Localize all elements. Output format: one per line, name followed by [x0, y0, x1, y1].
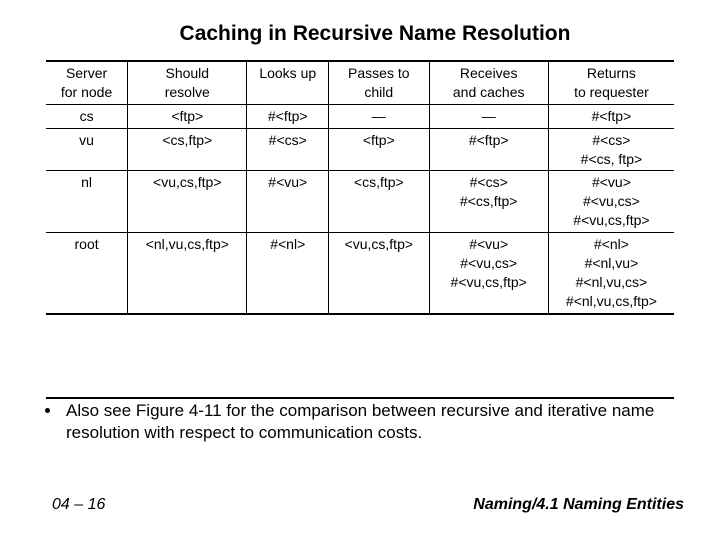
- table-cell: #<cs>: [247, 128, 329, 171]
- table-row: cs<ftp>#<ftp>——#<ftp>: [46, 104, 674, 128]
- slide-footer: 04 – 16 Naming/4.1 Naming Entities: [52, 496, 684, 514]
- column-header: Shouldresolve: [128, 61, 247, 104]
- table-header-row: Serverfor nodeShouldresolveLooks upPasse…: [46, 61, 674, 104]
- slide: Caching in Recursive Name Resolution Ser…: [0, 0, 720, 540]
- page-number: 04 – 16: [52, 496, 105, 513]
- column-header: Looks up: [247, 61, 329, 104]
- table-cell: <ftp>: [329, 128, 429, 171]
- table-cell: #<ftp>: [247, 104, 329, 128]
- table-cell: <cs,ftp>: [329, 171, 429, 233]
- table-cell: #<nl>#<nl,vu>#<nl,vu,cs>#<nl,vu,cs,ftp>: [548, 233, 674, 314]
- column-header: Returnsto requester: [548, 61, 674, 104]
- table-cell: —: [329, 104, 429, 128]
- slide-title: Caching in Recursive Name Resolution: [36, 22, 684, 46]
- table-cell: <vu,cs,ftp>: [128, 171, 247, 233]
- table-row: nl<vu,cs,ftp>#<vu><cs,ftp>#<cs>#<cs,ftp>…: [46, 171, 674, 233]
- table-cell: <vu,cs,ftp>: [329, 233, 429, 314]
- column-header: Serverfor node: [46, 61, 128, 104]
- resolution-table: Serverfor nodeShouldresolveLooks upPasse…: [46, 60, 674, 399]
- bullet-item: Also see Figure 4-11 for the comparison …: [62, 400, 684, 444]
- table-cell: #<ftp>: [548, 104, 674, 128]
- table-cell: <cs,ftp>: [128, 128, 247, 171]
- table-cell: [46, 314, 674, 398]
- table-cell: #<cs>#<cs,ftp>: [429, 171, 548, 233]
- table-cell: cs: [46, 104, 128, 128]
- table-cell: #<vu>#<vu,cs>#<vu,cs,ftp>: [429, 233, 548, 314]
- bullet-list: Also see Figure 4-11 for the comparison …: [36, 400, 684, 444]
- table-cell: vu: [46, 128, 128, 171]
- table-cell: #<ftp>: [429, 128, 548, 171]
- table-cell: —: [429, 104, 548, 128]
- table-cell: #<cs>#<cs, ftp>: [548, 128, 674, 171]
- table-cell: #<vu>#<vu,cs>#<vu,cs,ftp>: [548, 171, 674, 233]
- table-row: vu<cs,ftp>#<cs><ftp>#<ftp>#<cs>#<cs, ftp…: [46, 128, 674, 171]
- section-name: Naming/4.1 Naming Entities: [473, 496, 684, 514]
- table-cell: <ftp>: [128, 104, 247, 128]
- column-header: Receivesand caches: [429, 61, 548, 104]
- table-cell: root: [46, 233, 128, 314]
- column-header: Passes tochild: [329, 61, 429, 104]
- table-cell: <nl,vu,cs,ftp>: [128, 233, 247, 314]
- table-cell: nl: [46, 171, 128, 233]
- table-body: cs<ftp>#<ftp>——#<ftp>vu<cs,ftp>#<cs><ftp…: [46, 104, 674, 397]
- table-cell: #<vu>: [247, 171, 329, 233]
- table-row: root<nl,vu,cs,ftp>#<nl><vu,cs,ftp>#<vu>#…: [46, 233, 674, 314]
- table-filler-row: [46, 314, 674, 398]
- table-cell: #<nl>: [247, 233, 329, 314]
